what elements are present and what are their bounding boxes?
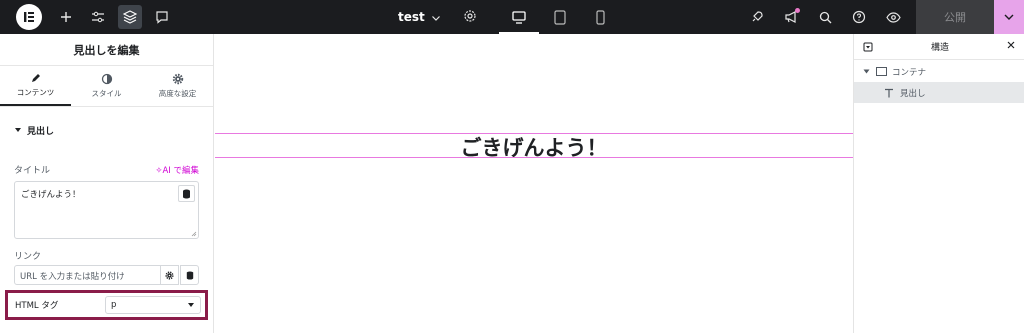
help-icon[interactable] [842,0,876,34]
tab-advanced-label: 高度な設定 [158,89,197,98]
caret-down-icon [15,128,21,132]
structure-title: 構造 [930,43,949,53]
section-title: 見出し [27,126,55,137]
resize-handle-icon [191,231,197,237]
chevron-down-icon [1004,14,1014,20]
tree-item-label: 見出し [900,88,926,99]
tab-style[interactable]: スタイル [71,66,142,106]
rocket-icon[interactable] [740,0,774,34]
ai-edit-button[interactable]: ✧AI で編集 [155,164,199,176]
close-icon[interactable] [1007,41,1015,52]
tab-style-label: スタイル [91,89,122,98]
eye-icon[interactable] [876,0,910,34]
database-icon [186,271,193,279]
top-toolbar: test 公開 [0,0,1024,34]
html-tag-select[interactable]: p [105,296,201,314]
title-textarea-value: ごきげんよう！ [21,190,81,200]
tab-content-label: コンテンツ [16,88,55,97]
link-label: リンク [14,252,42,262]
panel-tabs: コンテンツ スタイル 高度な設定 [0,66,213,107]
notes-button[interactable] [150,5,174,29]
link-options-button[interactable] [160,265,179,285]
tab-content[interactable]: コンテンツ [0,66,71,106]
section-heading-toggle[interactable]: 見出し [0,109,213,151]
structure-button[interactable] [118,5,142,29]
half-circle-icon [101,73,112,85]
title-label: タイトル [14,166,51,176]
gear-icon [172,73,183,85]
pencil-icon [31,74,40,82]
site-settings-button[interactable] [86,5,110,29]
text-icon [885,88,893,97]
megaphone-icon[interactable] [774,0,808,34]
title-textarea[interactable]: ごきげんよう！ [14,181,199,239]
desktop-icon[interactable] [499,0,539,34]
database-icon [183,189,190,198]
document-name[interactable]: test [398,10,425,24]
tablet-icon[interactable] [540,0,580,34]
structure-header: 構造 [854,34,1024,60]
preview-canvas: ごきげんよう！ [215,34,853,333]
ai-edit-label: AI で編集 [162,165,199,176]
element-outline-bottom [215,157,853,158]
html-tag-value: p [111,300,117,310]
mobile-icon[interactable] [580,0,620,34]
html-tag-control: HTML タグ p [5,290,208,320]
tab-advanced[interactable]: 高度な設定 [142,66,213,106]
link-dynamic-tags-button[interactable] [180,265,199,285]
tree-item-label: コンテナ [892,67,927,78]
tree-item-heading[interactable]: 見出し [854,82,1024,103]
search-icon[interactable] [808,0,842,34]
gear-icon [165,270,174,280]
caret-down-icon [188,303,194,307]
caret-down-icon [863,69,870,74]
publish-button[interactable]: 公開 [916,0,994,34]
notification-dot [795,8,800,13]
tree-item-container[interactable]: コンテナ [854,61,1024,82]
page-settings-gear-icon[interactable] [463,8,477,27]
link-input[interactable]: URL を入力または貼り付け [14,265,161,285]
document-selector[interactable]: test [398,0,477,34]
structure-panel: 構造 コンテナ 見出し [853,34,1024,333]
container-icon [876,67,887,76]
panel-title: 見出しを編集 [0,34,213,66]
collapse-icon[interactable] [863,42,873,52]
elementor-logo-icon[interactable] [16,4,42,30]
publish-options-button[interactable] [994,0,1024,34]
dynamic-tags-button[interactable] [178,185,195,202]
chevron-down-icon[interactable] [431,8,441,27]
html-tag-label: HTML タグ [15,301,59,311]
add-element-button[interactable] [54,5,78,29]
editor-panel: 見出しを編集 コンテンツ スタイル 高度な設定 見出し タイトル ✧AI で編集… [0,34,214,333]
